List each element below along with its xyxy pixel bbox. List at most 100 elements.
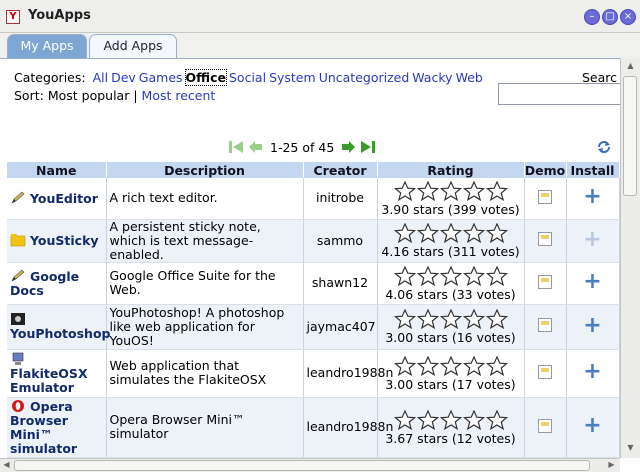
install-plus-icon[interactable]: + — [583, 413, 601, 438]
table-row[interactable]: YouEditor A rich text editor. initrobe 3.90… — [7, 178, 620, 220]
app-name-cell[interactable]: YouPhotoshop — [7, 304, 110, 350]
sort-option-most-recent[interactable]: Most recent — [142, 88, 216, 103]
table-row[interactable]: Google Docs Google Office Suite for the W… — [7, 262, 620, 305]
rating-stars[interactable] — [378, 265, 524, 288]
column-header-creator[interactable]: Creator — [303, 162, 378, 178]
demo-window-icon[interactable] — [538, 418, 552, 433]
rating-star-icon[interactable] — [393, 309, 416, 329]
rating-star-icon[interactable] — [439, 309, 462, 329]
vertical-scroll-thumb[interactable] — [623, 76, 637, 196]
scroll-up-icon[interactable]: ▲ — [624, 60, 637, 72]
rating-stars[interactable] — [378, 309, 524, 331]
close-icon[interactable]: × — [620, 9, 636, 25]
rating-star-icon[interactable] — [416, 223, 439, 243]
sort-option-most-popular[interactable]: Most popular — [48, 88, 130, 103]
category-link-dev[interactable]: Dev — [111, 70, 136, 85]
minimize-icon[interactable]: – — [584, 9, 600, 25]
rating-star-icon[interactable] — [462, 223, 485, 243]
rating-star-icon[interactable] — [462, 180, 485, 201]
demo-window-icon[interactable] — [538, 274, 552, 289]
category-link-games[interactable]: Games — [139, 70, 183, 85]
rating-star-icon[interactable] — [462, 409, 485, 430]
install-plus-icon[interactable]: + — [583, 359, 601, 384]
rating-star-icon[interactable] — [439, 355, 462, 376]
rating-stars[interactable] — [378, 223, 524, 245]
rating-star-icon[interactable] — [485, 223, 508, 243]
tab-add-apps[interactable]: Add Apps — [89, 34, 177, 58]
rating-star-icon[interactable] — [416, 355, 439, 376]
install-plus-icon[interactable]: + — [583, 269, 601, 294]
horizontal-scroll-thumb[interactable] — [14, 460, 590, 471]
column-header-rating[interactable]: Rating — [377, 162, 525, 178]
app-name-cell[interactable]: YouSticky — [7, 219, 107, 263]
category-link-social[interactable]: Social — [229, 70, 266, 85]
app-name-cell[interactable]: Google Docs — [7, 262, 107, 305]
rating-stars[interactable] — [378, 355, 524, 378]
app-name-cell[interactable]: YouEditor — [7, 178, 107, 220]
app-name-cell[interactable]: FlakiteOSX Emulator — [7, 349, 107, 398]
rating-star-icon[interactable] — [416, 409, 439, 430]
category-link-office[interactable]: Office — [184, 69, 228, 86]
app-name[interactable]: YouSticky — [30, 233, 99, 248]
install-plus-icon[interactable]: + — [583, 184, 601, 209]
rating-star-icon[interactable] — [485, 180, 508, 201]
rating-star-icon[interactable] — [393, 265, 416, 286]
next-page-icon[interactable] — [340, 140, 356, 154]
table-row[interactable]: Opera Browser Mini™ simulator Opera Brows… — [7, 397, 620, 458]
refresh-icon[interactable] — [596, 139, 612, 155]
rating-star-icon[interactable] — [439, 265, 462, 286]
rating-star-icon[interactable] — [393, 223, 416, 243]
horizontal-scrollbar[interactable]: ◀ ▶ — [0, 458, 620, 472]
table-row[interactable]: FlakiteOSX Emulator Web application that … — [7, 349, 620, 398]
scroll-right-icon[interactable]: ▶ — [605, 459, 618, 471]
demo-window-icon[interactable] — [538, 364, 552, 379]
search-input[interactable] — [498, 83, 620, 105]
table-row[interactable]: YouPhotoshop YouPhotoshop! A photoshop li… — [7, 304, 620, 350]
scroll-left-icon[interactable]: ◀ — [0, 459, 13, 471]
app-name[interactable]: FlakiteOSX Emulator — [10, 366, 88, 395]
install-plus-icon[interactable]: + — [583, 227, 601, 252]
rating-star-icon[interactable] — [416, 265, 439, 286]
rating-star-icon[interactable] — [439, 180, 462, 201]
rating-star-icon[interactable] — [393, 180, 416, 201]
category-link-wacky[interactable]: Wacky — [412, 70, 452, 85]
rating-star-icon[interactable] — [485, 409, 508, 430]
rating-stars[interactable] — [378, 409, 524, 432]
vertical-scrollbar[interactable]: ▲ ▼ — [620, 58, 640, 458]
column-header-description[interactable]: Description — [106, 162, 304, 178]
rating-star-icon[interactable] — [439, 409, 462, 430]
category-link-system[interactable]: System — [269, 70, 316, 85]
rating-star-icon[interactable] — [485, 265, 508, 286]
demo-window-icon[interactable] — [538, 318, 552, 332]
rating-star-icon[interactable] — [462, 309, 485, 329]
table-row[interactable]: YouSticky A persistent sticky note, which… — [7, 219, 620, 263]
last-page-icon[interactable] — [360, 140, 376, 154]
app-name[interactable]: YouPhotoshop — [10, 326, 110, 341]
rating-star-icon[interactable] — [439, 223, 462, 243]
prev-page-icon[interactable] — [248, 140, 264, 154]
rating-star-icon[interactable] — [462, 355, 485, 376]
category-link-web[interactable]: Web — [456, 70, 483, 85]
app-name-cell[interactable]: Opera Browser Mini™ simulator — [7, 397, 107, 458]
first-page-icon[interactable] — [228, 140, 244, 154]
rating-star-icon[interactable] — [393, 409, 416, 430]
app-name[interactable]: YouEditor — [30, 191, 98, 206]
tab-my-apps[interactable]: My Apps — [7, 34, 87, 58]
rating-star-icon[interactable] — [485, 309, 508, 329]
demo-window-icon[interactable] — [538, 189, 552, 204]
rating-star-icon[interactable] — [416, 180, 439, 201]
rating-star-icon[interactable] — [485, 355, 508, 376]
category-link-uncategorized[interactable]: Uncategorized — [319, 70, 410, 85]
scroll-down-icon[interactable]: ▼ — [624, 442, 637, 454]
column-header-install[interactable]: Install — [566, 162, 620, 178]
column-header-name[interactable]: Name — [7, 162, 107, 178]
column-header-demo[interactable]: Demo — [524, 162, 567, 178]
demo-window-icon[interactable] — [538, 232, 552, 246]
install-plus-icon[interactable]: + — [583, 313, 601, 338]
rating-star-icon[interactable] — [462, 265, 485, 286]
rating-star-icon[interactable] — [393, 355, 416, 376]
maximize-icon[interactable]: □ — [602, 9, 618, 25]
category-link-all[interactable]: All — [93, 70, 109, 85]
rating-star-icon[interactable] — [416, 309, 439, 329]
rating-stars[interactable] — [378, 180, 524, 203]
